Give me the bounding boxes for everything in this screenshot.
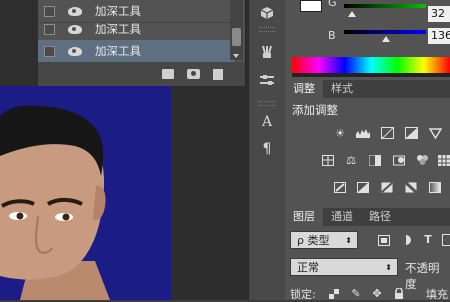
- dodge-burn-icon: [68, 47, 82, 56]
- panel-icon-strip: A ¶: [248, 0, 286, 300]
- history-toolbar: [38, 62, 245, 86]
- filter-type-layer-icon[interactable]: T: [421, 233, 435, 245]
- levels-icon[interactable]: [356, 127, 370, 139]
- document-photo: [0, 86, 171, 300]
- brightness-contrast-icon[interactable]: ☀: [333, 127, 347, 139]
- blend-mode-dropdown[interactable]: 正常 ⬍: [290, 258, 398, 276]
- camera-icon[interactable]: [187, 69, 200, 79]
- gradient-map-icon[interactable]: [428, 181, 442, 193]
- chevron-updown-icon: ⬍: [385, 259, 392, 277]
- color-balance-icon[interactable]: ⚖: [344, 154, 358, 166]
- hue-saturation-icon[interactable]: [321, 154, 335, 166]
- portrait-image: [0, 86, 171, 300]
- posterize-icon[interactable]: [356, 181, 370, 193]
- layer-filter-dropdown[interactable]: ρ 类型 ⬍: [290, 231, 358, 249]
- black-white-icon[interactable]: [368, 154, 382, 166]
- panel-grip[interactable]: [259, 101, 275, 106]
- green-channel-label: G: [328, 0, 337, 9]
- blend-mode-value: 正常: [297, 261, 319, 274]
- foreground-color-swatch[interactable]: [300, 0, 322, 12]
- blue-slider-thumb[interactable]: [382, 36, 390, 42]
- history-item-label: 加深工具: [95, 3, 141, 19]
- blue-value-field[interactable]: 136: [428, 28, 450, 44]
- tab-layers[interactable]: 图层: [285, 208, 323, 226]
- invert-icon[interactable]: [333, 181, 347, 193]
- filter-adjustment-layer-icon[interactable]: [399, 234, 413, 246]
- photo-filter-icon[interactable]: [392, 154, 406, 166]
- history-checkbox[interactable]: [44, 6, 55, 17]
- canvas-pasteboard: [171, 86, 248, 300]
- history-checkbox[interactable]: [44, 24, 55, 35]
- history-item-label: 加深工具: [95, 43, 141, 59]
- green-slider[interactable]: [344, 4, 426, 8]
- dodge-burn-icon: [68, 25, 82, 34]
- dodge-burn-icon: [68, 7, 82, 16]
- threshold-icon[interactable]: [380, 181, 394, 193]
- selective-color-icon[interactable]: [404, 181, 418, 193]
- color-spectrum-shade[interactable]: [292, 73, 450, 77]
- right-panel-dock: [285, 0, 450, 300]
- green-slider-thumb[interactable]: [348, 11, 356, 17]
- cube-3d-icon[interactable]: [258, 5, 276, 21]
- color-spectrum-bar[interactable]: [292, 57, 450, 73]
- history-scrollbar-thumb[interactable]: [232, 28, 241, 46]
- lock-all-icon[interactable]: [392, 287, 406, 299]
- lock-position-icon[interactable]: ✥: [370, 287, 384, 299]
- brush-presets-icon[interactable]: [258, 44, 276, 60]
- tab-paths[interactable]: 路径: [361, 208, 399, 226]
- tab-styles[interactable]: 样式: [323, 80, 361, 98]
- layers-tabbar: 图层 通道 路径: [285, 208, 450, 226]
- blue-channel-label: B: [328, 29, 336, 42]
- filter-shape-layer-icon[interactable]: [440, 234, 450, 246]
- paragraph-icon[interactable]: ¶: [258, 141, 276, 157]
- tab-adjustments[interactable]: 调整: [285, 80, 323, 98]
- vibrance-icon[interactable]: [428, 127, 442, 139]
- character-icon[interactable]: A: [258, 114, 276, 130]
- filter-pixel-layer-icon[interactable]: [377, 234, 391, 246]
- trash-icon[interactable]: [213, 69, 223, 80]
- history-item-label: 加深工具: [95, 21, 141, 37]
- chevron-updown-icon: ⬍: [345, 232, 352, 250]
- green-value-field[interactable]: 32: [428, 6, 450, 22]
- scroll-down-arrow-icon[interactable]: [233, 54, 239, 58]
- layer-filter-label: ρ 类型: [297, 234, 329, 247]
- panel-grip[interactable]: [259, 27, 275, 32]
- blue-slider[interactable]: [344, 30, 426, 34]
- channel-mixer-icon[interactable]: [415, 154, 429, 166]
- lock-image-pixels-icon[interactable]: ✎: [349, 287, 363, 299]
- add-adjustment-heading: 添加调整: [292, 102, 338, 118]
- history-checkbox[interactable]: [44, 46, 55, 57]
- curves-icon[interactable]: [380, 127, 394, 139]
- lock-transparent-pixels-icon[interactable]: [327, 288, 341, 300]
- new-document-from-state-icon[interactable]: [162, 69, 174, 79]
- tool-presets-icon[interactable]: [258, 72, 276, 88]
- history-item-selected[interactable]: 加深工具: [38, 40, 234, 63]
- exposure-icon[interactable]: [404, 127, 418, 139]
- tab-channels[interactable]: 通道: [323, 208, 361, 226]
- adjustments-tabbar: 调整 样式: [285, 80, 450, 98]
- color-lookup-icon[interactable]: [437, 154, 450, 166]
- history-item[interactable]: 加深工具: [38, 18, 234, 41]
